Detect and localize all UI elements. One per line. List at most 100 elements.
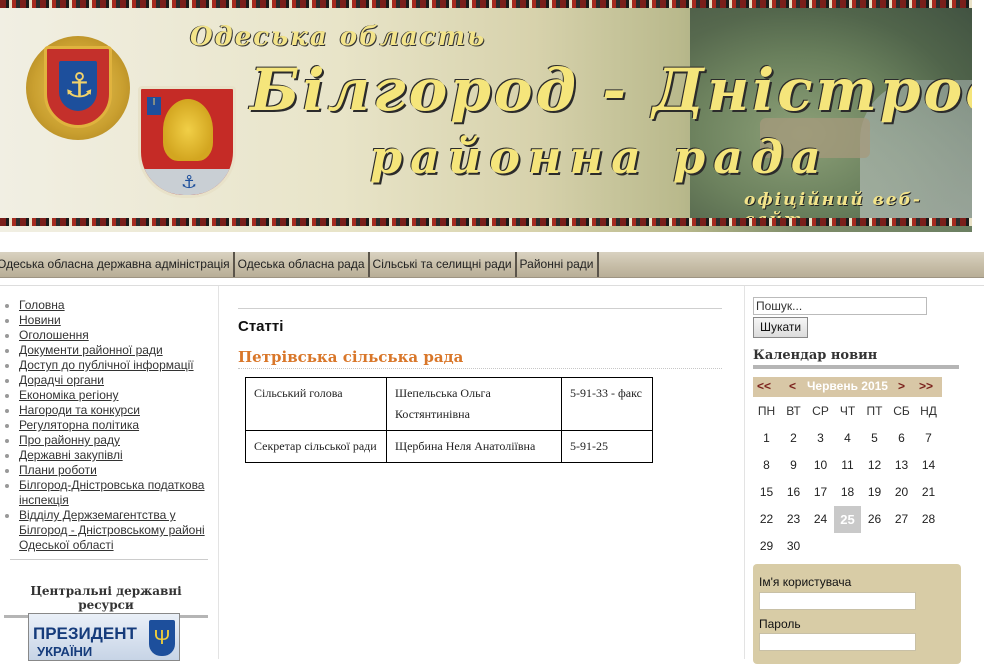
calendar-row: 29 30 xyxy=(753,533,942,560)
calendar-day[interactable]: 16 xyxy=(780,479,807,506)
calendar-day[interactable]: 28 xyxy=(915,506,942,533)
calendar-day[interactable]: 13 xyxy=(888,452,915,479)
calendar-day[interactable]: 21 xyxy=(915,479,942,506)
calendar-day[interactable]: 20 xyxy=(888,479,915,506)
menu-item[interactable]: Відділу Держземагентства у Білгород - Дн… xyxy=(5,508,218,553)
header-region: Одеська область xyxy=(190,22,487,52)
calendar-day[interactable]: 22 xyxy=(753,506,780,533)
calendar-next-year-button[interactable]: >> xyxy=(919,379,933,393)
search-input[interactable]: Пошук... xyxy=(753,297,927,315)
calendar-row: ПН ВТ СР ЧТ ПТ СБ НД xyxy=(753,398,942,425)
calendar-day[interactable]: 30 xyxy=(780,533,807,560)
calendar-weekday: ПТ xyxy=(866,404,883,418)
calendar-weekday: ПН xyxy=(757,404,776,418)
main-area: Головна Новини Оголошення Документи райо… xyxy=(0,285,984,664)
ornament-border-top xyxy=(0,0,972,8)
trident-icon: Ψ xyxy=(149,620,175,656)
calendar-day[interactable]: 10 xyxy=(807,452,834,479)
menu-item[interactable]: Плани роботи xyxy=(5,463,218,478)
nav-item-oblast-council[interactable]: Одеська обласна рада xyxy=(235,252,370,277)
table-cell: Щербина Неля Анатоліївна xyxy=(386,430,562,463)
ornament-border-bottom xyxy=(0,218,972,226)
menu-item[interactable]: Головна xyxy=(5,298,218,313)
menu-item[interactable]: Документи районної ради xyxy=(5,343,218,358)
calendar-month-label: Червень 2015 xyxy=(807,379,888,393)
content-area: Статті Петрівська сільська рада Сільськи… xyxy=(220,286,742,659)
calendar-day[interactable]: 18 xyxy=(834,479,861,506)
calendar-header: << < Червень 2015 > >> xyxy=(753,377,942,397)
calendar-day[interactable]: 15 xyxy=(753,479,780,506)
menu-item[interactable]: Нагороди та конкурси xyxy=(5,403,218,418)
header-title-line2: районна рада xyxy=(370,130,829,184)
menu-item[interactable]: Білгород-Дністровська податкова інспекці… xyxy=(5,478,218,508)
menu-item[interactable]: Оголошення xyxy=(5,328,218,343)
menu-item[interactable]: Доступ до публічної інформації xyxy=(5,358,218,373)
calendar-day[interactable]: 2 xyxy=(780,425,807,452)
calendar-row: 22 23 24 25 26 27 28 xyxy=(753,506,942,533)
calendar-day[interactable]: 3 xyxy=(807,425,834,452)
calendar-grid: ПН ВТ СР ЧТ ПТ СБ НД 1 2 3 4 5 6 7 8 9 10 11 12 13 14 15 16 17 1… xyxy=(753,398,942,560)
left-sidebar: Головна Новини Оголошення Документи райо… xyxy=(0,286,219,661)
menu-item[interactable]: Регуляторна політика xyxy=(5,418,218,433)
calendar-day[interactable]: 6 xyxy=(888,425,915,452)
table-cell: Секретар сільської ради xyxy=(245,430,387,463)
menu-divider xyxy=(10,559,208,560)
calendar-day[interactable]: 27 xyxy=(888,506,915,533)
calendar-title: Календар новин xyxy=(753,348,959,369)
username-field[interactable] xyxy=(759,592,916,610)
president-banner-line1: ПРЕЗИДЕНТ xyxy=(33,624,137,643)
login-form: Ім'я користувача Пароль xyxy=(753,564,961,664)
header-title-line1: Білгород - Дністровська xyxy=(250,56,972,124)
calendar-weekday: ВТ xyxy=(786,404,801,418)
flag-icon: I xyxy=(147,97,161,115)
password-field[interactable] xyxy=(759,633,916,651)
divider xyxy=(238,308,722,309)
district-coat-of-arms: I ⚓ xyxy=(138,86,236,198)
calendar-day[interactable]: 9 xyxy=(780,452,807,479)
calendar-prev-year-button[interactable]: << xyxy=(757,379,771,393)
president-banner-link[interactable]: ПРЕЗИДЕНТ УКРАЇНИ Ψ xyxy=(28,613,180,661)
calendar-weekday: НД xyxy=(920,404,937,418)
calendar-weekday: СР xyxy=(812,404,829,418)
calendar-weekday: ЧТ xyxy=(839,404,856,418)
section-title: Статті xyxy=(238,318,284,335)
article-title[interactable]: Петрівська сільська рада xyxy=(238,348,463,366)
password-label: Пароль xyxy=(759,617,801,631)
menu-item[interactable]: Новини xyxy=(5,313,218,328)
table-cell: Шепельська Ольга Костянтинівна xyxy=(386,377,562,431)
menu-item[interactable]: Дорадчі органи xyxy=(5,373,218,388)
calendar-day-today[interactable]: 25 xyxy=(834,506,861,533)
nav-item-district-councils[interactable]: Районні ради xyxy=(517,252,599,277)
calendar-day[interactable]: 12 xyxy=(861,452,888,479)
menu-item[interactable]: Про районну раду xyxy=(5,433,218,448)
calendar-day[interactable]: 11 xyxy=(834,452,861,479)
calendar-day[interactable]: 7 xyxy=(915,425,942,452)
calendar-day[interactable]: 5 xyxy=(861,425,888,452)
username-label: Ім'я користувача xyxy=(759,575,852,589)
calendar-day[interactable]: 4 xyxy=(834,425,861,452)
nav-item-oblast-administration[interactable]: Одеська обласна державна адміністрація xyxy=(0,252,235,277)
calendar-day[interactable]: 8 xyxy=(753,452,780,479)
header-banner[interactable]: ⚓ I ⚓ Одеська область Білгород - Дністро… xyxy=(0,0,972,232)
calendar-day[interactable]: 17 xyxy=(807,479,834,506)
calendar-row: 1234567 xyxy=(753,425,942,452)
calendar-day[interactable]: 26 xyxy=(861,506,888,533)
calendar-row: 15 16 17 18 19 20 21 xyxy=(753,479,942,506)
calendar-prev-month-button[interactable]: < xyxy=(789,379,796,393)
divider xyxy=(238,368,722,369)
calendar-day[interactable]: 23 xyxy=(780,506,807,533)
nav-item-village-councils[interactable]: Сільські та селищні ради xyxy=(370,252,517,277)
calendar-day[interactable]: 1 xyxy=(753,425,780,452)
search-button[interactable]: Шукати xyxy=(753,317,809,338)
calendar-row: 8 9 10 11 12 13 14 xyxy=(753,452,942,479)
calendar-day[interactable]: 14 xyxy=(915,452,942,479)
top-navbar: Одеська обласна державна адміністрація О… xyxy=(0,252,984,278)
menu-item[interactable]: Економіка регіону xyxy=(5,388,218,403)
odesa-oblast-coat-of-arms: ⚓ xyxy=(26,36,130,140)
menu-item[interactable]: Державні закупівлі xyxy=(5,448,218,463)
calendar-day[interactable]: 24 xyxy=(807,506,834,533)
calendar-day[interactable]: 19 xyxy=(861,479,888,506)
table-cell: Сільський голова xyxy=(245,377,387,431)
calendar-day[interactable]: 29 xyxy=(753,533,780,560)
calendar-next-month-button[interactable]: > xyxy=(898,379,905,393)
